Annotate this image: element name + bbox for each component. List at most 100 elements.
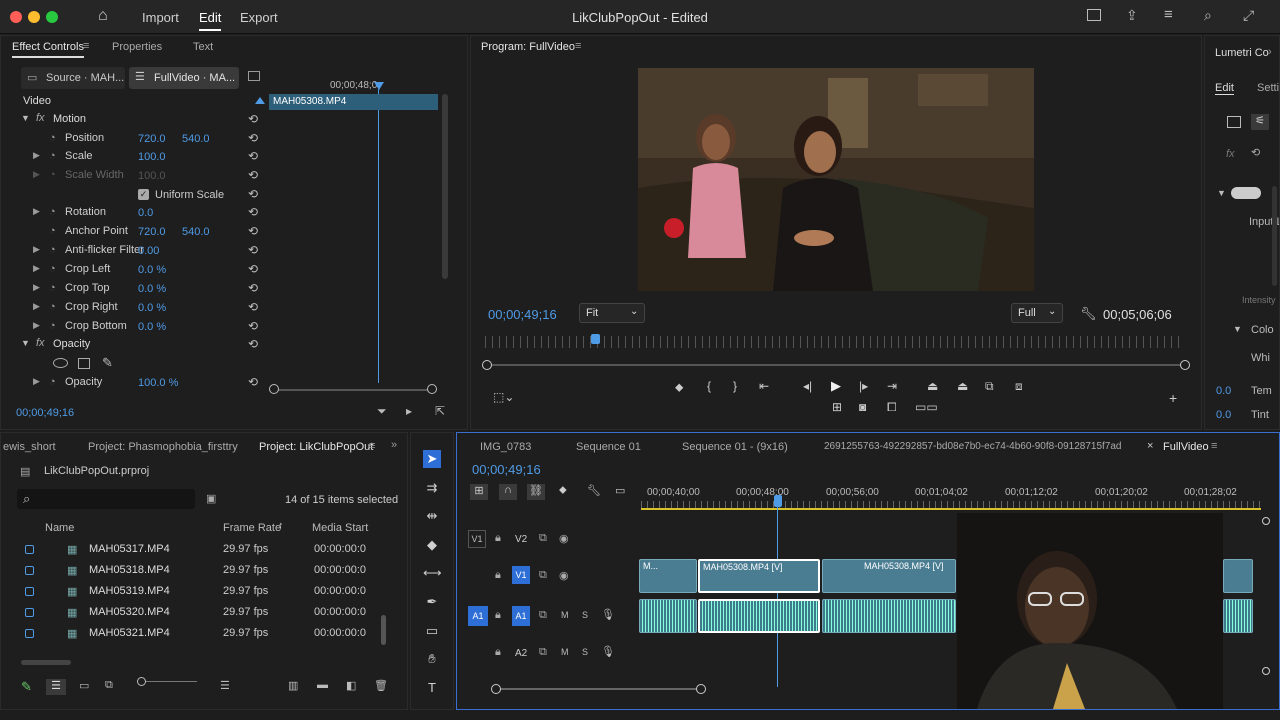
reset-icon[interactable]: ⟲ bbox=[248, 262, 258, 276]
pen-mask-icon[interactable]: ✎ bbox=[102, 355, 113, 371]
stopwatch-icon[interactable]: ◔ bbox=[49, 376, 56, 388]
freeform-view-icon[interactable]: ⧉ bbox=[105, 679, 113, 692]
lock-icon[interactable]: 🔒︎ bbox=[495, 532, 501, 545]
comparison-icon[interactable]: ⧠ bbox=[887, 400, 897, 415]
chevron-right-icon[interactable]: ▶ bbox=[33, 206, 40, 217]
close-tab-icon[interactable]: × bbox=[1147, 440, 1153, 452]
resolution-dropdown[interactable]: Full ⌄ bbox=[1011, 303, 1063, 323]
reset-icon[interactable]: ⟲ bbox=[248, 319, 258, 333]
extract-icon[interactable]: ⏏ bbox=[957, 379, 968, 393]
zoom-handle-left[interactable] bbox=[269, 384, 279, 394]
stopwatch-icon[interactable]: ◔ bbox=[49, 225, 56, 237]
reset-icon[interactable]: ⟲ bbox=[248, 281, 258, 295]
reset-icon[interactable]: ⟲ bbox=[248, 300, 258, 314]
settings-wrench-icon[interactable]: 🔧︎ bbox=[1080, 306, 1097, 322]
project-row[interactable]: ▦ MAH05317.MP4 29.97 fps 00:00:00:0 bbox=[1, 539, 401, 560]
stopwatch-icon[interactable]: ◔ bbox=[49, 132, 56, 144]
list-view-icon[interactable]: ☰ bbox=[46, 679, 66, 695]
play-icon[interactable]: ▶ bbox=[831, 378, 841, 394]
camera-icon[interactable]: ◙ bbox=[859, 400, 866, 414]
project-search-input[interactable]: ⌕ bbox=[17, 489, 195, 509]
label-color-icon[interactable] bbox=[25, 608, 34, 617]
lumetri-settings-tab[interactable]: Settin bbox=[1257, 82, 1279, 94]
zoom-handle-right[interactable] bbox=[1180, 360, 1190, 370]
stopwatch-icon[interactable]: ◔ bbox=[49, 206, 56, 218]
zoom-handle-left[interactable] bbox=[491, 684, 501, 694]
position-x-value[interactable]: 720.0 bbox=[138, 133, 166, 145]
home-icon[interactable]: ⌂ bbox=[98, 7, 108, 25]
edit-pencil-icon[interactable]: ✎ bbox=[21, 679, 32, 695]
sync-lock-icon[interactable]: ⧉ bbox=[539, 609, 547, 622]
timeline-playhead[interactable] bbox=[774, 495, 782, 507]
chevron-right-icon[interactable]: ▶ bbox=[33, 320, 40, 331]
solo-button[interactable]: S bbox=[582, 610, 588, 620]
lumetri-tint-value[interactable]: 0.0 bbox=[1216, 409, 1231, 421]
lumetri-toggle[interactable] bbox=[1231, 187, 1261, 199]
insert-icon[interactable]: ⧉ bbox=[985, 379, 994, 394]
zoom-handle-right[interactable] bbox=[427, 384, 437, 394]
pen-tool-icon[interactable]: ✒ bbox=[423, 593, 441, 611]
go-to-in-icon[interactable]: ⇤ bbox=[759, 379, 769, 393]
scroll-handle-top[interactable] bbox=[1262, 517, 1270, 525]
thumbnail-size-handle[interactable] bbox=[137, 677, 146, 686]
mark-out-icon[interactable]: } bbox=[733, 379, 737, 393]
crop-left-value[interactable]: 0.0 % bbox=[138, 264, 166, 276]
fx-icon[interactable]: fx bbox=[1226, 148, 1235, 160]
timeline-audio-clip[interactable] bbox=[1223, 599, 1253, 633]
stopwatch-icon[interactable]: ◔ bbox=[49, 282, 56, 294]
menu-icon[interactable]: ≡ bbox=[1164, 6, 1173, 23]
more-tabs-icon[interactable]: » bbox=[391, 439, 397, 451]
effect-playhead-icon[interactable] bbox=[374, 82, 384, 90]
play-only-audio-icon[interactable]: ▸ bbox=[406, 404, 412, 418]
chevron-down-icon[interactable]: ▼ bbox=[1217, 188, 1226, 198]
project-row[interactable]: ▦ MAH05320.MP4 29.97 fps 00:00:00:0 bbox=[1, 602, 401, 623]
chevron-right-icon[interactable]: ▶ bbox=[33, 150, 40, 161]
crop-bottom-value[interactable]: 0.0 % bbox=[138, 321, 166, 333]
selection-tool-icon[interactable]: ➤ bbox=[423, 450, 441, 468]
label-color-icon[interactable] bbox=[25, 545, 34, 554]
sort-ascending-icon[interactable]: ↑ bbox=[278, 520, 284, 532]
new-item-icon[interactable]: ◧ bbox=[346, 679, 356, 692]
razor-tool-icon[interactable]: ◆ bbox=[423, 536, 441, 554]
timeline-vscrollbar[interactable] bbox=[1262, 513, 1270, 683]
sort-icons-icon[interactable]: ☰ bbox=[220, 679, 230, 692]
label-color-icon[interactable] bbox=[25, 629, 34, 638]
new-bin-icon[interactable]: ▬ bbox=[317, 679, 328, 691]
reset-icon[interactable]: ⟲ bbox=[1251, 146, 1260, 159]
step-forward-icon[interactable]: |▸ bbox=[859, 379, 868, 393]
scroll-handle-bottom[interactable] bbox=[1262, 667, 1270, 675]
timeline-video-clip[interactable] bbox=[1223, 559, 1253, 593]
track-a1-label[interactable]: A1 bbox=[512, 606, 530, 626]
vr-icon[interactable]: ⬚⌄ bbox=[493, 390, 514, 404]
timeline-video-clip-selected[interactable]: MAH05308.MP4 [V] bbox=[698, 559, 820, 593]
chevron-right-icon[interactable]: ▶ bbox=[33, 282, 40, 293]
ellipse-mask-icon[interactable] bbox=[53, 358, 68, 368]
type-tool-icon[interactable]: T bbox=[423, 679, 441, 697]
position-y-value[interactable]: 540.0 bbox=[182, 133, 210, 145]
add-marker-icon[interactable]: ⬥ bbox=[559, 484, 567, 497]
crop-top-value[interactable]: 0.0 % bbox=[138, 283, 166, 295]
source-clip-tab[interactable]: ▭ Source · MAH... bbox=[21, 67, 125, 89]
project-vscrollbar[interactable] bbox=[381, 615, 386, 645]
maximize-window-button[interactable] bbox=[46, 11, 58, 23]
zoom-handle-left[interactable] bbox=[482, 360, 492, 370]
project-hscrollbar[interactable] bbox=[21, 660, 71, 665]
eye-icon[interactable]: ◉ bbox=[559, 569, 569, 582]
tab-text[interactable]: Text bbox=[193, 41, 213, 53]
chevron-down-icon[interactable]: ▼ bbox=[21, 338, 30, 348]
reset-icon[interactable]: ⟲ bbox=[248, 131, 258, 145]
snap-icon[interactable]: ∩ bbox=[499, 484, 517, 500]
chevron-right-icon[interactable]: › bbox=[1268, 46, 1272, 58]
scroll-up-icon[interactable] bbox=[255, 97, 265, 104]
microphone-icon[interactable]: 🎙︎ bbox=[601, 645, 615, 658]
lift-icon[interactable]: ⏏ bbox=[927, 379, 938, 393]
lock-icon[interactable]: 🔒︎ bbox=[495, 609, 501, 622]
rectangle-tool-icon[interactable]: ▭ bbox=[423, 622, 441, 640]
timeline-ruler[interactable]: 00;00;40;00 00;00;48;00 00;00;56;00 00;0… bbox=[641, 487, 1261, 510]
timeline-audio-clip[interactable] bbox=[822, 599, 956, 633]
lumetri-scrollbar[interactable] bbox=[1272, 186, 1277, 286]
add-button-icon[interactable]: + bbox=[1169, 390, 1177, 406]
reset-icon[interactable]: ⟲ bbox=[248, 243, 258, 257]
timeline-video-clip[interactable]: M... bbox=[639, 559, 697, 593]
fullscreen-icon[interactable]: ⤢ bbox=[1243, 7, 1254, 24]
